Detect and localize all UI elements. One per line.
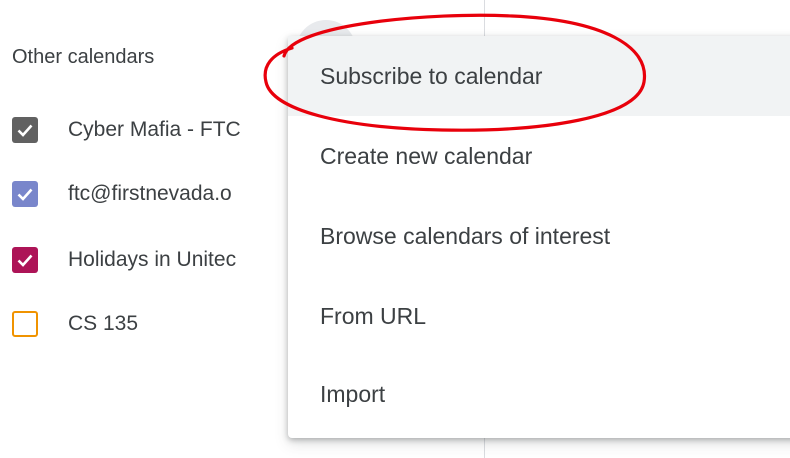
calendar-label: ftc@firstnevada.o [68,182,232,205]
calendar-label: Holidays in Unitec [68,248,237,271]
calendar-checkbox[interactable] [12,181,38,207]
menu-item-from-url[interactable]: From URL [288,276,790,356]
calendar-label: Cyber Mafia - FTC [68,118,241,141]
check-icon [17,124,33,137]
calendar-item-cyber-mafia[interactable]: Cyber Mafia - FTC [12,116,312,146]
other-calendars-title: Other calendars [12,46,155,68]
add-calendar-menu: Subscribe to calendar Create new calenda… [288,36,790,438]
calendar-label: CS 135 [68,312,139,335]
menu-item-create-new-calendar[interactable]: Create new calendar [288,116,790,196]
menu-item-import[interactable]: Import [288,354,790,434]
menu-item-browse-calendars-of-interest[interactable]: Browse calendars of interest [288,196,790,276]
calendar-item-cs135[interactable]: CS 135 [12,310,312,340]
check-icon [17,188,33,201]
calendar-item-holidays[interactable]: Holidays in Unitec [12,246,312,276]
menu-item-subscribe-to-calendar[interactable]: Subscribe to calendar [288,36,790,116]
calendar-checkbox[interactable] [12,247,38,273]
other-calendars-panel: Other calendars Cyber Mafia - FTC ftc@fi… [0,0,300,458]
calendar-checkbox[interactable] [12,311,38,337]
calendar-item-ftc[interactable]: ftc@firstnevada.o [12,180,312,210]
check-icon [17,254,33,267]
calendar-checkbox[interactable] [12,117,38,143]
